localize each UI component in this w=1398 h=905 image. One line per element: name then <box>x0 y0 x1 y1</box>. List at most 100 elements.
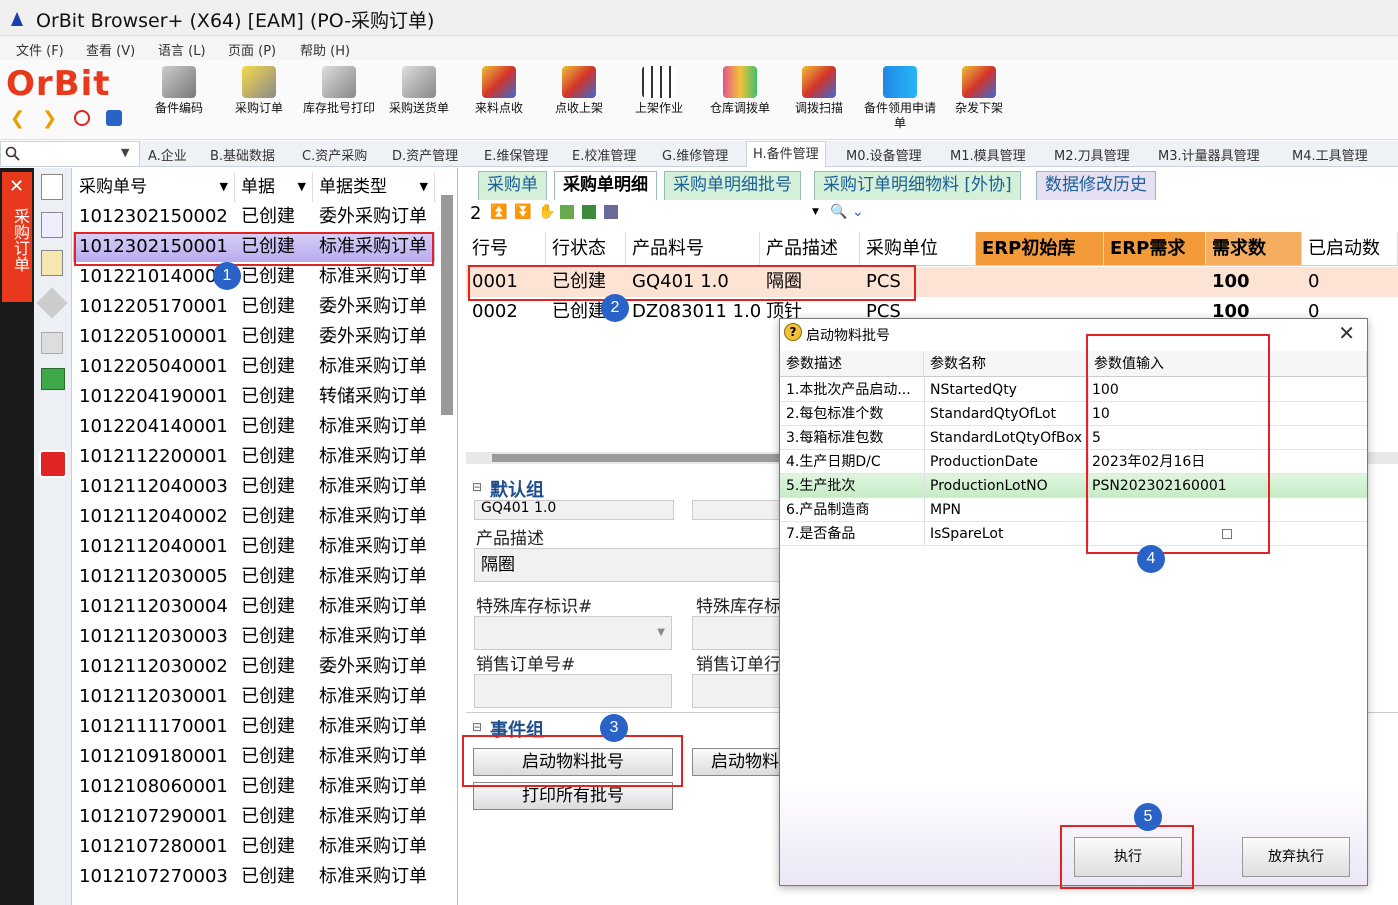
collapse-icon[interactable]: ⊟ <box>472 720 482 734</box>
collapse-icon[interactable]: ⊟ <box>472 480 482 494</box>
last-icon[interactable]: ⏬ <box>514 204 531 220</box>
param-row[interactable]: 2.每包标准个数 StandardQtyOfLot 10 <box>780 402 1367 426</box>
scroll-thumb[interactable] <box>492 454 792 462</box>
list-item[interactable]: 1012112200001 已创建 标准采购订单 <box>73 442 435 472</box>
start-lot-button-2[interactable]: 启动物料 <box>692 748 792 776</box>
undo-icon[interactable] <box>41 332 63 354</box>
list-item[interactable]: 1012205100001 已创建 委外采购订单 <box>73 322 435 352</box>
list-item[interactable]: 1012112030003 已创建 标准采购订单 <box>73 622 435 652</box>
save-icon[interactable] <box>41 368 65 390</box>
excel-icon[interactable] <box>582 205 596 219</box>
first-icon[interactable]: ⏫ <box>490 204 507 220</box>
table-row[interactable]: 0001 已创建 GQ401 1.0 隔圈 PCS 100 0 <box>466 267 1398 297</box>
tool-print-lot[interactable]: 库存批号打印 <box>300 64 378 116</box>
list-item[interactable]: 1012109180001 已创建 标准采购订单 <box>73 742 435 772</box>
tool-parts-request[interactable]: 备件领用申请单 <box>860 64 940 131</box>
col-erp-demand[interactable]: ERP需求 <box>1104 232 1206 266</box>
stop-icon[interactable] <box>74 110 90 126</box>
param-value-cell[interactable]: 10 <box>1092 402 1110 426</box>
tool-delivery-note[interactable]: 采购送货单 <box>378 64 460 116</box>
menu-language[interactable]: 语言 (L) <box>158 40 206 59</box>
sales-order-field-2[interactable] <box>692 674 782 708</box>
tab-enterprise[interactable]: A.企业 <box>148 145 187 164</box>
list-item[interactable]: 1012205040001 已创建 标准采购订单 <box>73 352 435 382</box>
col-line-status[interactable]: 行状态 <box>546 232 626 266</box>
hand-icon[interactable]: ✋ <box>538 204 555 220</box>
cancel-execute-button[interactable]: 放弃执行 <box>1242 837 1350 877</box>
col-status[interactable]: 单据 ▼ <box>235 172 313 202</box>
list-item[interactable]: 1012302150002 已创建 委外采购订单 <box>73 202 435 232</box>
list-item[interactable]: 1012112030001 已创建 标准采购订单 <box>73 682 435 712</box>
power-icon[interactable] <box>39 450 67 478</box>
tab-asset-purchase[interactable]: C.资产采购 <box>302 145 367 164</box>
tab-spare-parts[interactable]: H.备件管理 <box>746 141 826 167</box>
col-erp-initial[interactable]: ERP初始库 <box>976 232 1104 266</box>
tab-detail-lot[interactable]: 采购单明细批号 <box>664 171 801 200</box>
param-value-cell[interactable]: 5 <box>1092 426 1101 450</box>
tab-basic-data[interactable]: B.基础数据 <box>210 145 275 164</box>
list-item[interactable]: 1012302150001 已创建 标准采购订单 <box>73 232 435 262</box>
param-row[interactable]: 5.生产批次 ProductionLotNO PSN202302160001 <box>780 474 1367 498</box>
col-order-no[interactable]: 采购单号 ▼ <box>73 172 235 202</box>
menu-file[interactable]: 文件 (F) <box>16 40 64 59</box>
col-started-qty[interactable]: 已启动数 <box>1302 232 1398 266</box>
tool-shelve[interactable]: 点收上架 <box>540 64 618 116</box>
close-icon[interactable]: ✕ <box>1338 321 1355 345</box>
close-icon[interactable]: ✕ <box>9 176 24 197</box>
tab-equipment[interactable]: M0.设备管理 <box>846 145 922 164</box>
filter-icon[interactable]: ▼ <box>420 172 428 202</box>
delete-icon[interactable] <box>36 287 68 319</box>
special-stock-field-2[interactable] <box>692 616 782 650</box>
list-item[interactable]: 1012107280001 已创建 标准采购订单 <box>73 832 435 862</box>
tab-purchase-order[interactable]: 采购单 <box>478 171 547 200</box>
tab-calibration[interactable]: E.校准管理 <box>572 145 636 164</box>
tool-misc-issue[interactable]: 杂发下架 <box>940 64 1018 116</box>
search-dropdown-icon[interactable]: ▼ <box>121 146 129 159</box>
tab-detail-material[interactable]: 采购订单明细物料 [外协] <box>814 171 1021 200</box>
list-scrollbar[interactable] <box>441 195 453 415</box>
new-doc-icon[interactable] <box>41 174 63 200</box>
tool-shelving-job[interactable]: 上架作业 <box>620 64 698 116</box>
list-item[interactable]: 1012204140001 已创建 标准采购订单 <box>73 412 435 442</box>
edit-icon[interactable] <box>41 250 63 276</box>
sidebar-tab[interactable]: ✕ 采购订单 <box>2 172 32 302</box>
col-unit[interactable]: 采购单位 <box>860 232 976 266</box>
list-item[interactable]: 1012112040003 已创建 标准采购订单 <box>73 472 435 502</box>
tab-history[interactable]: 数据修改历史 <box>1036 171 1156 200</box>
dropdown-icon[interactable]: ▼ <box>812 207 819 217</box>
find-icon[interactable]: 🔍 <box>830 204 847 220</box>
tab-repair[interactable]: G.维修管理 <box>662 145 728 164</box>
list-item[interactable]: 1012112040002 已创建 标准采购订单 <box>73 502 435 532</box>
special-stock-select[interactable]: ▼ <box>474 616 672 650</box>
list-item[interactable]: 1012204190001 已创建 转储采购订单 <box>73 382 435 412</box>
col-demand-qty[interactable]: 需求数 <box>1206 232 1302 266</box>
grid-icon[interactable] <box>604 205 618 219</box>
forward-arrow-icon[interactable]: ❯ <box>42 108 57 129</box>
list-item[interactable]: 1012205170001 已创建 委外采购订单 <box>73 292 435 322</box>
param-row[interactable]: 1.本批次产品启动... NStartedQty 100 <box>780 378 1367 402</box>
col-line-no[interactable]: 行号 <box>466 232 546 266</box>
col-part-no[interactable]: 产品料号 <box>626 232 760 266</box>
sales-order-field[interactable] <box>474 674 672 708</box>
execute-button[interactable]: 执行 <box>1074 837 1182 877</box>
tool-scan[interactable]: 调拨扫描 <box>780 64 858 116</box>
param-value-cell[interactable]: 100 <box>1092 378 1119 402</box>
list-item[interactable]: 1012107290001 已创建 标准采购订单 <box>73 802 435 832</box>
menu-help[interactable]: 帮助 (H) <box>300 40 350 59</box>
print-all-lots-button[interactable]: 打印所有批号 <box>473 782 673 810</box>
tab-maintenance[interactable]: E.维保管理 <box>484 145 548 164</box>
partial-field[interactable]: GQ401 1.0 <box>474 500 674 520</box>
list-item[interactable]: 1012112040001 已创建 标准采购订单 <box>73 532 435 562</box>
tab-molds[interactable]: M1.模具管理 <box>950 145 1026 164</box>
tool-transfer[interactable]: 仓库调拨单 <box>700 64 780 116</box>
param-row[interactable]: 6.产品制造商 MPN <box>780 498 1367 522</box>
menu-page[interactable]: 页面 (P) <box>228 40 276 59</box>
list-item[interactable]: 1012111170001 已创建 标准采购订单 <box>73 712 435 742</box>
tab-asset-manage[interactable]: D.资产管理 <box>392 145 458 164</box>
param-row[interactable]: 3.每箱标准包数 StandardLotQtyOfBox 5 <box>780 426 1367 450</box>
search-input[interactable]: ▼ <box>0 141 140 167</box>
list-item[interactable]: 1012112030005 已创建 标准采购订单 <box>73 562 435 592</box>
menu-view[interactable]: 查看 (V) <box>86 40 135 59</box>
partial-field-2[interactable] <box>692 500 782 520</box>
list-item[interactable]: 1012107270003 已创建 标准采购订单 <box>73 862 435 892</box>
